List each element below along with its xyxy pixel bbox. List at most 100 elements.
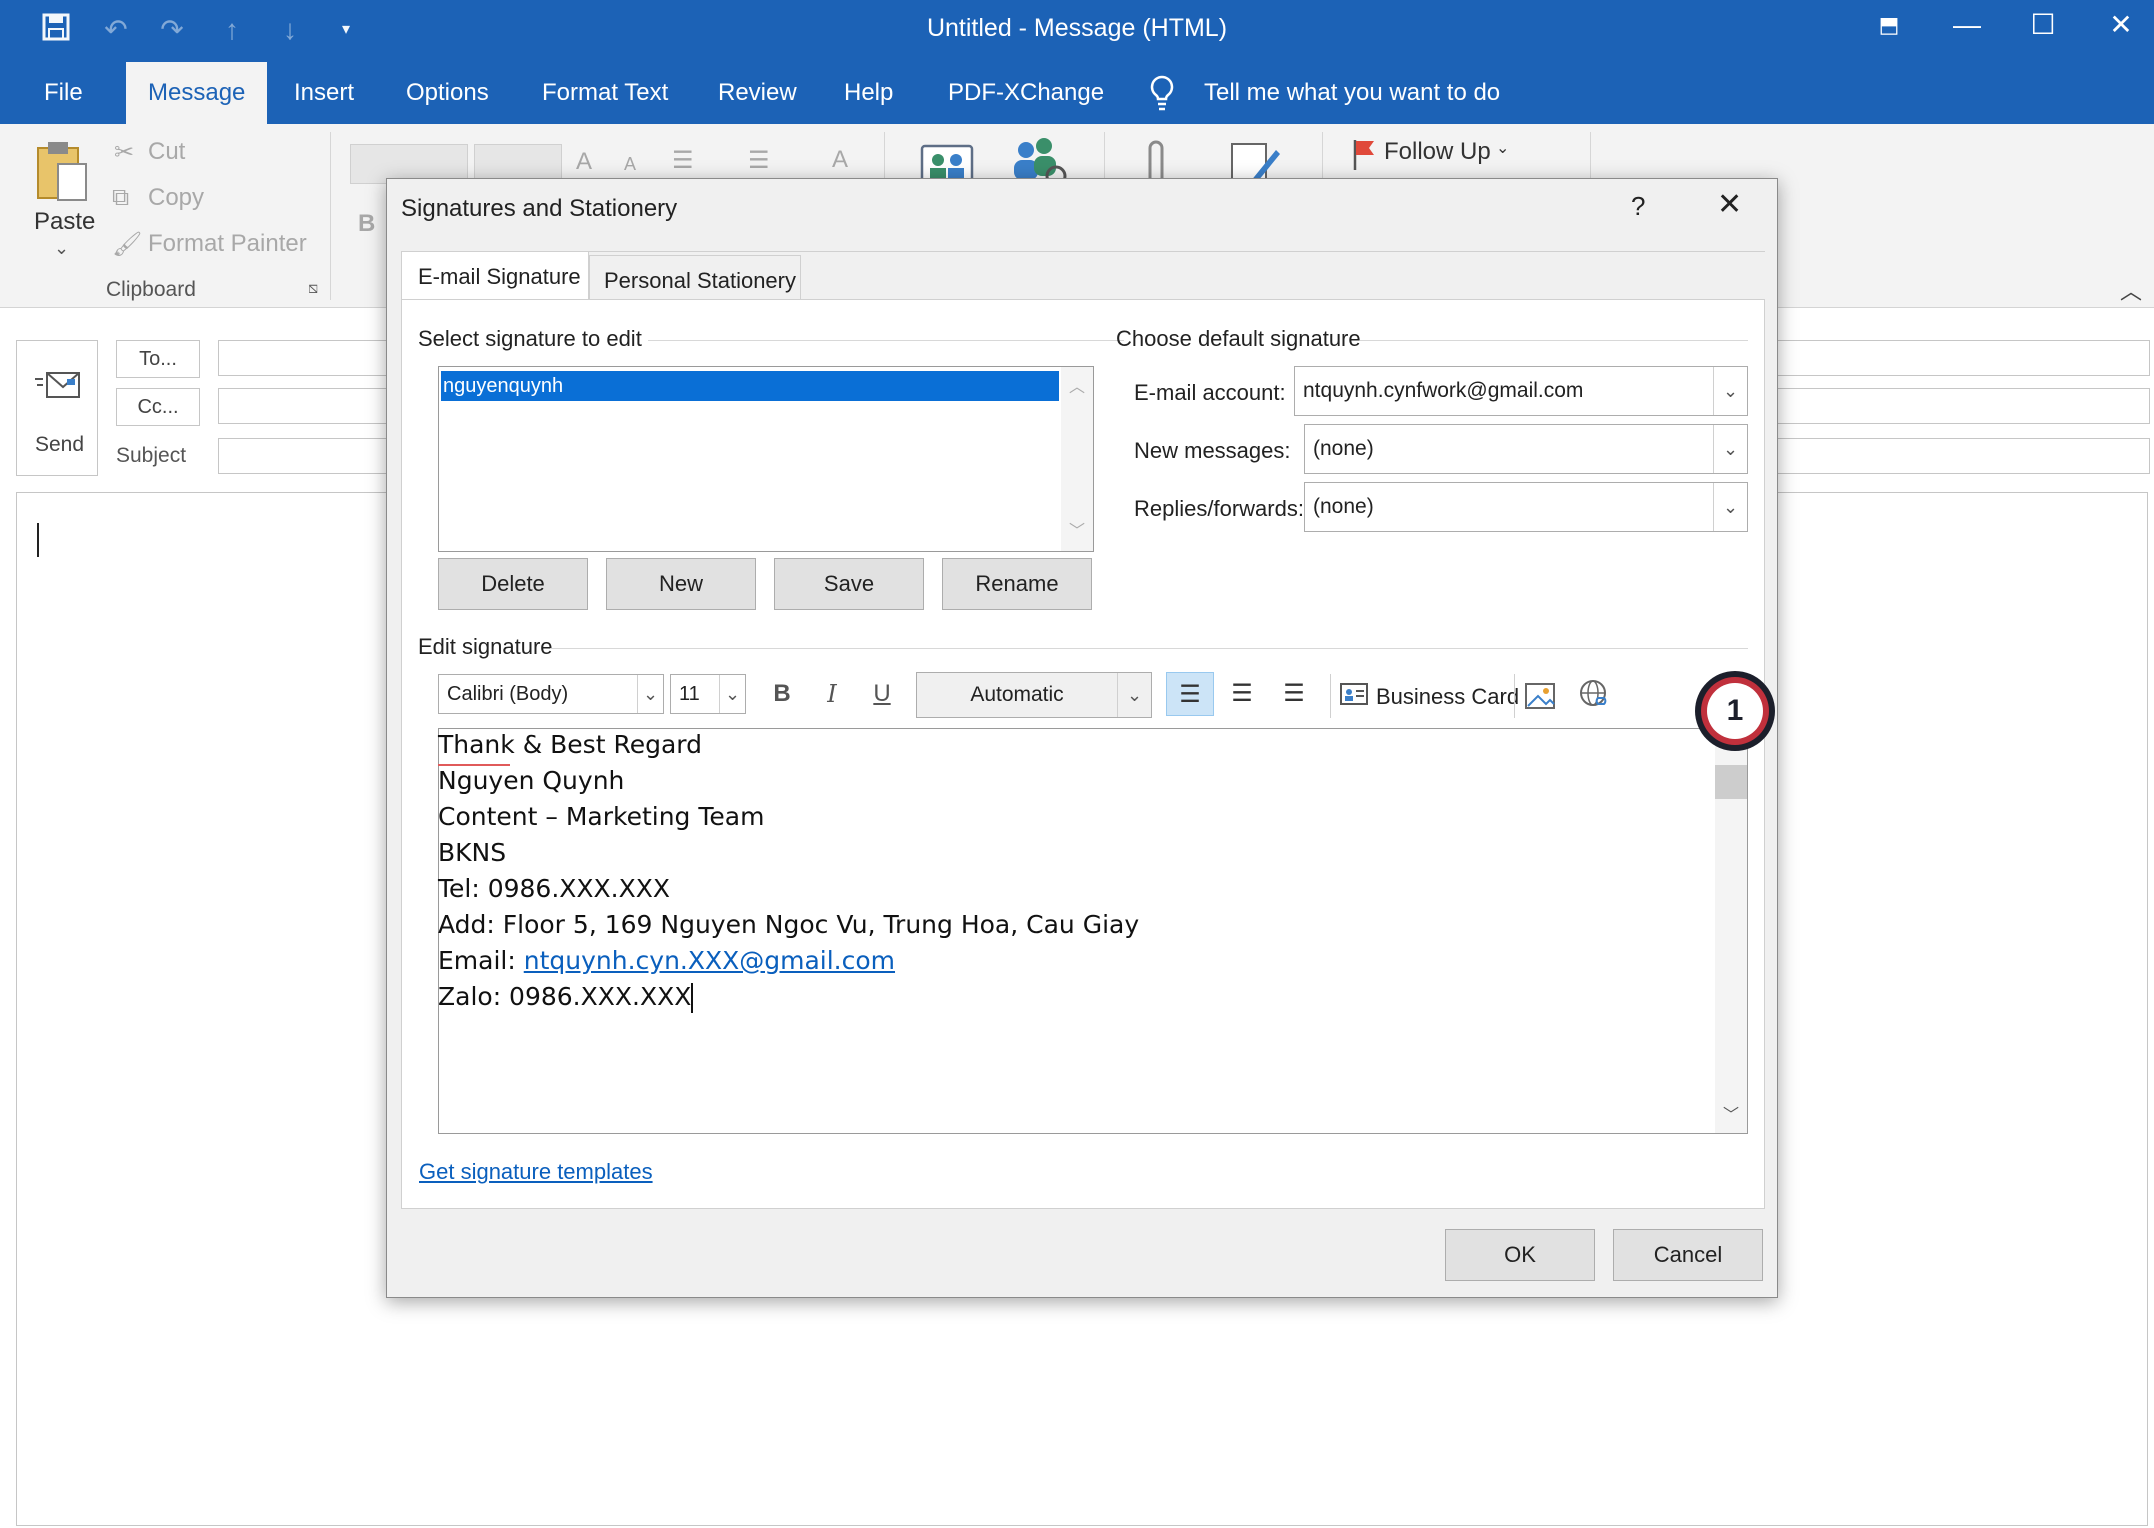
dialog-launcher-icon[interactable]: ⧅: [308, 280, 318, 298]
to-button[interactable]: To...: [116, 340, 200, 378]
paste-icon[interactable]: [34, 138, 90, 204]
list-scrollbar[interactable]: ︿ ﹀: [1061, 367, 1093, 551]
shrink-font-icon[interactable]: A: [624, 154, 636, 175]
format-painter-icon: 🖌: [112, 231, 143, 258]
ribbon-display-icon[interactable]: ⬒: [1858, 4, 1920, 46]
text-cursor: [37, 523, 39, 557]
scroll-thumb[interactable]: [1715, 765, 1747, 799]
templates-link[interactable]: Get signature templates: [419, 1159, 653, 1185]
email-link[interactable]: ntquynh.cyn.XXX@gmail.com: [524, 946, 895, 975]
email-account-value: ntquynh.cynfwork@gmail.com: [1303, 379, 1584, 402]
business-card-button[interactable]: Business Card: [1376, 684, 1519, 710]
copy-button[interactable]: Copy: [148, 184, 204, 212]
toolbar-divider: [1330, 674, 1331, 718]
align-right-button[interactable]: ☰: [1270, 672, 1318, 716]
collapse-ribbon-icon[interactable]: ︿: [2120, 274, 2142, 306]
chevron-down-icon: ⌄: [719, 675, 745, 713]
scroll-down-icon[interactable]: ﹀: [1069, 517, 1085, 541]
new-button[interactable]: New: [606, 558, 756, 610]
replies-value: (none): [1313, 495, 1374, 518]
color-value: Automatic: [970, 683, 1064, 706]
tab-review[interactable]: Review: [696, 62, 819, 124]
size-select[interactable]: 11 ⌄: [670, 674, 746, 714]
paste-button[interactable]: Paste: [34, 208, 95, 236]
underline-button[interactable]: U: [862, 672, 902, 716]
chevron-down-icon: ⌄: [637, 675, 663, 713]
clipboard-group-label: Clipboard: [106, 278, 196, 301]
scroll-down-icon[interactable]: ﹀: [1723, 1101, 1739, 1125]
numbering-icon[interactable]: ☰: [748, 146, 770, 175]
align-left-button[interactable]: ☰: [1166, 672, 1214, 716]
follow-up-dropdown-icon[interactable]: ⌄: [1496, 138, 1509, 158]
signature-line: Content – Marketing Team: [438, 802, 765, 831]
signature-line: Zalo: 0986.XXX.XXX: [438, 982, 694, 1013]
chevron-down-icon: ⌄: [1713, 425, 1747, 473]
subject-label: Subject: [116, 444, 187, 467]
tab-insert[interactable]: Insert: [272, 62, 376, 124]
minimize-icon[interactable]: —: [1936, 4, 1998, 46]
align-center-button[interactable]: ☰: [1218, 672, 1266, 716]
editor-scrollbar[interactable]: ﹀: [1715, 729, 1747, 1133]
format-painter-button[interactable]: Format Painter: [148, 230, 307, 258]
list-item[interactable]: nguyenquynh: [441, 371, 1059, 401]
select-signature-label: Select signature to edit: [418, 326, 642, 351]
paste-dropdown-icon[interactable]: ⌄: [54, 238, 69, 259]
cc-button[interactable]: Cc...: [116, 388, 200, 426]
window-title: Untitled - Message (HTML): [926, 14, 1228, 42]
business-card-icon: [1340, 682, 1368, 706]
cancel-button[interactable]: Cancel: [1613, 1229, 1763, 1281]
save-button[interactable]: Save: [774, 558, 924, 610]
tab-personal-stationery[interactable]: Personal Stationery: [589, 255, 801, 299]
bullets-icon[interactable]: ☰: [672, 146, 694, 175]
chevron-down-icon: ⌄: [1117, 673, 1151, 717]
email-account-label: E-mail account:: [1134, 380, 1286, 405]
email-account-select[interactable]: ntquynh.cynfwork@gmail.com ⌄: [1294, 366, 1748, 416]
text-cursor: [691, 983, 694, 1013]
insert-picture-icon[interactable]: [1524, 680, 1558, 712]
bold-icon[interactable]: B: [358, 210, 375, 238]
cut-icon: ✂: [114, 139, 135, 166]
italic-button[interactable]: I: [812, 672, 852, 716]
default-signature-label: Choose default signature: [1116, 326, 1361, 351]
edit-signature-label: Edit signature: [418, 634, 553, 659]
maximize-icon[interactable]: ☐: [2012, 4, 2074, 46]
font-select[interactable]: Calibri (Body) ⌄: [438, 674, 664, 714]
help-icon[interactable]: ?: [1631, 191, 1645, 222]
tab-file[interactable]: File: [22, 62, 105, 124]
tab-help[interactable]: Help: [822, 62, 915, 124]
font-value: Calibri (Body): [447, 683, 569, 705]
bold-button[interactable]: B: [762, 672, 802, 716]
rename-label: Rename: [975, 571, 1059, 596]
replies-select[interactable]: (none) ⌄: [1304, 482, 1748, 532]
delete-button[interactable]: Delete: [438, 558, 588, 610]
lightbulb-icon: [1148, 74, 1178, 114]
ribbon-tabs: File Message Insert Options Format Text …: [0, 62, 2154, 124]
rename-button[interactable]: Rename: [942, 558, 1092, 610]
tab-pdf-xchange[interactable]: PDF-XChange: [926, 62, 1126, 124]
send-icon: [33, 367, 83, 407]
tab-format-text[interactable]: Format Text: [520, 62, 690, 124]
clear-format-icon[interactable]: A: [832, 146, 848, 174]
new-messages-select[interactable]: (none) ⌄: [1304, 424, 1748, 474]
signature-list[interactable]: nguyenquynh ︿ ﹀: [438, 366, 1094, 552]
new-label: New: [658, 571, 703, 596]
signature-email-line: Email: ntquynh.cyn.XXX@gmail.com: [438, 946, 895, 975]
step-badge-number: 1: [1707, 683, 1763, 739]
cut-button[interactable]: Cut: [148, 138, 185, 166]
save-label: Save: [823, 571, 875, 596]
color-select[interactable]: Automatic ⌄: [916, 672, 1152, 718]
ok-button[interactable]: OK: [1445, 1229, 1595, 1281]
chevron-down-icon: ⌄: [1713, 483, 1747, 531]
scroll-up-icon[interactable]: ︿: [1069, 373, 1085, 397]
tab-email-signature[interactable]: E-mail Signature: [401, 251, 589, 299]
dialog-close-icon[interactable]: ✕: [1717, 187, 1742, 222]
follow-up-button[interactable]: Follow Up: [1384, 138, 1491, 166]
close-icon[interactable]: ✕: [2090, 4, 2152, 46]
tell-me-search[interactable]: Tell me what you want to do: [1182, 62, 1522, 124]
tab-message[interactable]: Message: [126, 62, 268, 124]
hyperlink-icon[interactable]: [1578, 678, 1612, 712]
grow-font-icon[interactable]: A: [576, 148, 592, 176]
tab-options[interactable]: Options: [384, 62, 511, 124]
send-button[interactable]: Send: [16, 340, 98, 476]
ok-label: OK: [1504, 1242, 1536, 1267]
